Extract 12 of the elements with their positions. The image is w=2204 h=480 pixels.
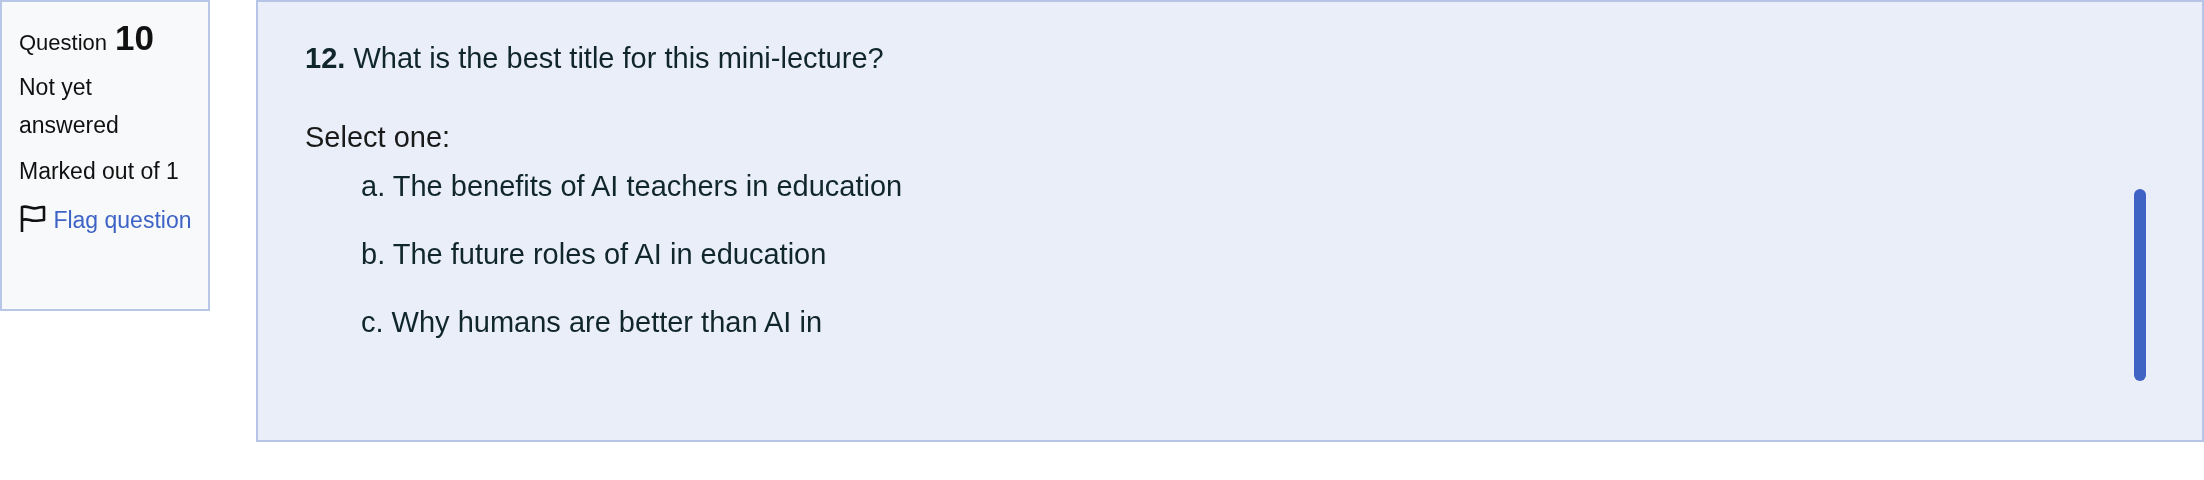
question-label: Question — [19, 30, 108, 56]
question-status: Not yet answered — [19, 73, 120, 140]
answer-option[interactable]: a. The benefits of AI teachers in education — [361, 170, 2202, 203]
answer-option[interactable]: c. Why humans are better than AI in — [361, 306, 2202, 339]
select-prompt: Select one: — [305, 121, 452, 154]
flag-question-link[interactable]: Flag question — [53, 207, 192, 233]
question-marks: Marked out of 1 — [19, 158, 180, 185]
question-number: 10 — [115, 18, 154, 58]
answer-option[interactable]: b. The future roles of AI in education — [361, 238, 2202, 271]
scrollbar-thumb[interactable] — [2134, 189, 2146, 381]
question-text: 12. What is the best title for this mini-lecture? — [305, 42, 885, 75]
flag-icon[interactable] — [19, 204, 47, 234]
